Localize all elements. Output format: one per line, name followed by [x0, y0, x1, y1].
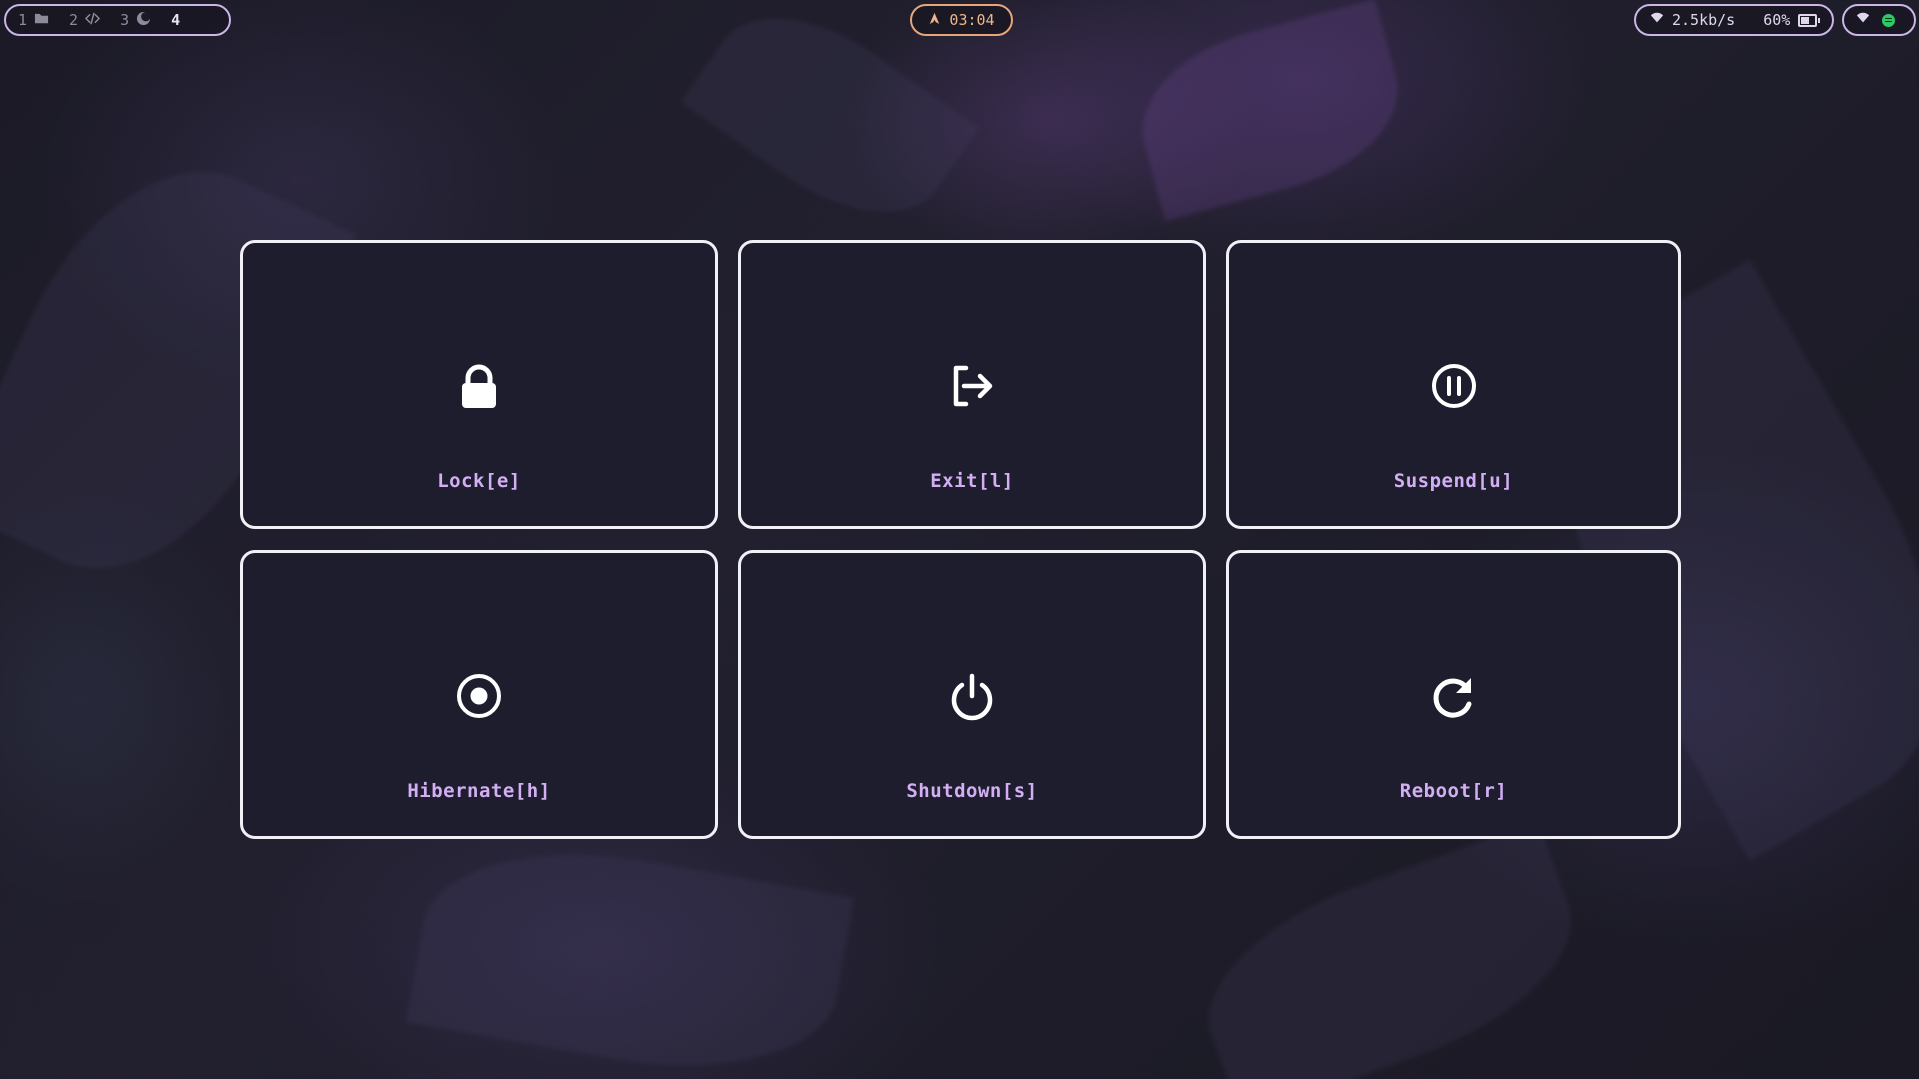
wallpaper-leaf: [405, 825, 855, 1079]
workspace-3[interactable]: 3: [120, 11, 151, 30]
spotify-icon[interactable]: [1882, 13, 1895, 27]
lock-button[interactable]: Lock[e]: [240, 240, 718, 529]
suspend-button[interactable]: Suspend[u]: [1226, 240, 1681, 529]
workspace-2[interactable]: 2: [69, 11, 100, 30]
folder-icon: [34, 11, 49, 30]
network-speed: 2.5kb/s: [1672, 11, 1736, 29]
hibernate-label: Hibernate[h]: [407, 780, 551, 802]
workspace-4[interactable]: 4: [171, 11, 180, 29]
power-icon: [946, 670, 998, 722]
workspace-number: 3: [120, 11, 130, 29]
battery-level: [1801, 16, 1810, 24]
battery-icon: [1798, 13, 1821, 27]
reboot-label: Reboot[r]: [1399, 780, 1508, 802]
shutdown-label: Shutdown[s]: [906, 780, 1038, 802]
clock-widget[interactable]: 03:04: [910, 4, 1013, 36]
workspace-number: 2: [69, 11, 79, 29]
workspace-1[interactable]: 1: [18, 11, 49, 30]
pause-circle-icon: [1428, 360, 1480, 412]
reboot-button[interactable]: Reboot[r]: [1226, 550, 1681, 839]
exit-label: Exit[l]: [930, 470, 1014, 492]
moon-icon: [136, 11, 151, 30]
workspace-switcher: 1 2 3 4: [4, 4, 231, 36]
wallpaper-leaf: [1180, 820, 1600, 1079]
lock-icon: [453, 360, 505, 412]
exit-button[interactable]: Exit[l]: [738, 240, 1206, 529]
wallpaper-leaf: [680, 0, 980, 252]
network-battery-widget[interactable]: 2.5kb/s 60%: [1634, 4, 1834, 36]
code-icon: [85, 11, 100, 30]
lock-label: Lock[e]: [437, 470, 521, 492]
system-tray: [1842, 4, 1916, 36]
power-menu: Lock[e] Exit[l] Suspend[u] Hibernate[h] …: [240, 240, 1681, 839]
suspend-label: Suspend[u]: [1393, 470, 1514, 492]
workspace-number: 4: [171, 11, 181, 29]
logout-icon: [946, 360, 998, 412]
workspace-number: 1: [18, 11, 28, 29]
wifi-icon: [1650, 11, 1664, 29]
arch-icon: [928, 11, 941, 29]
shutdown-button[interactable]: Shutdown[s]: [738, 550, 1206, 839]
wifi-icon[interactable]: [1856, 11, 1870, 29]
reload-icon: [1428, 670, 1480, 722]
wallpaper-leaf: [1123, 0, 1417, 221]
record-circle-icon: [453, 670, 505, 722]
battery-percent: 60%: [1763, 11, 1791, 29]
clock-time: 03:04: [949, 11, 995, 29]
hibernate-button[interactable]: Hibernate[h]: [240, 550, 718, 839]
